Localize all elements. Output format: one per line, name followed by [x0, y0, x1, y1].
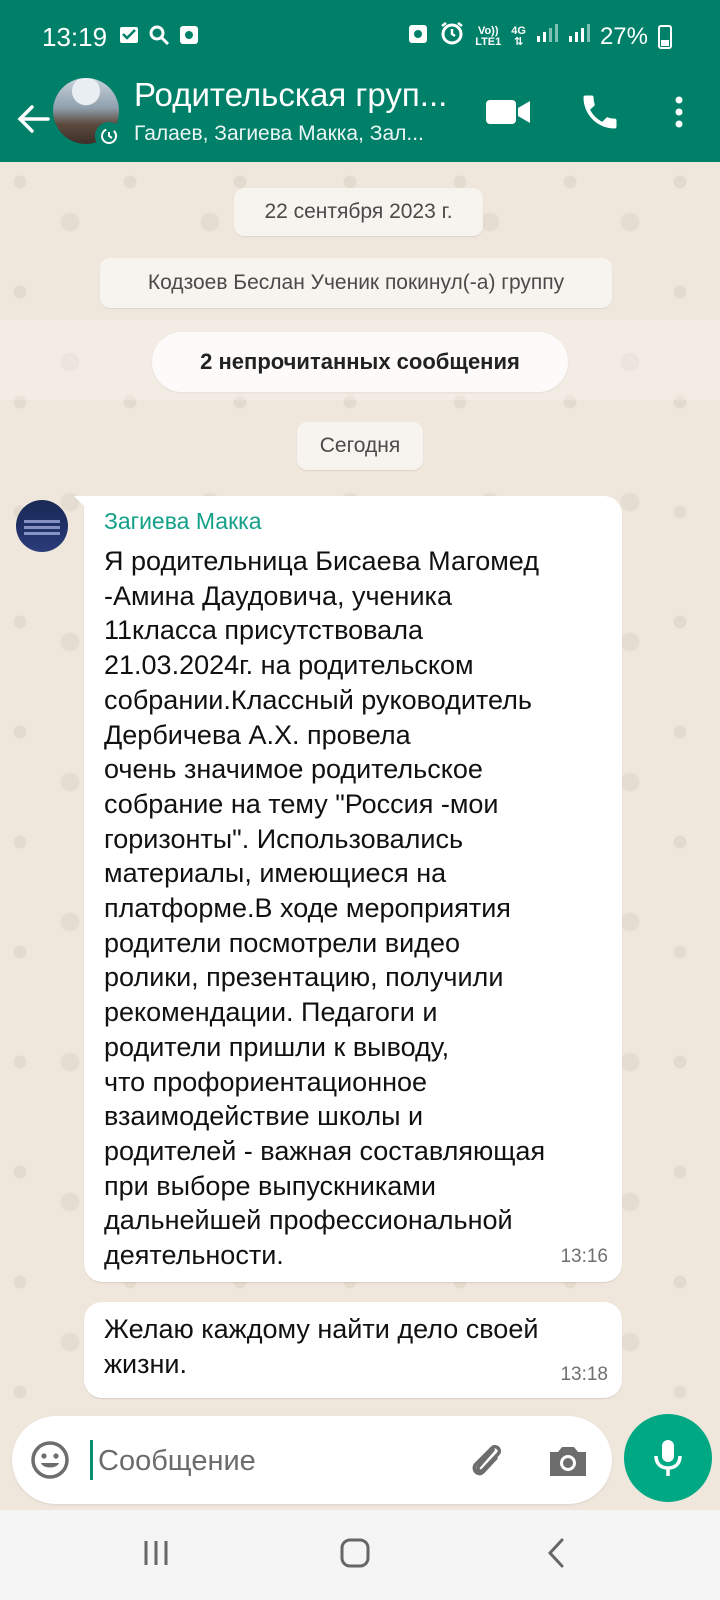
- message-bubble[interactable]: Загиева Макка Я родительница Бисаева Маг…: [74, 496, 622, 1282]
- signal-icon: [536, 22, 558, 51]
- android-icon: [407, 21, 429, 52]
- status-system-icons: Vo)) LTE1 4G ⇅ 27%: [407, 20, 672, 53]
- search-icon: [148, 24, 170, 46]
- sync-badge-icon: [95, 122, 123, 150]
- status-bar: 13:19 Vo)) LTE1 4G ⇅ 27%: [0, 0, 720, 78]
- nav-back-button[interactable]: [544, 1536, 568, 1570]
- battery-icon: [658, 24, 672, 49]
- battery-percent: 27%: [599, 22, 648, 50]
- mic-icon: [654, 1440, 682, 1476]
- message-input[interactable]: [96, 1432, 440, 1490]
- recent-apps-button[interactable]: [140, 1537, 172, 1569]
- back-button[interactable]: [12, 98, 54, 140]
- unread-messages-banner: 2 непрочитанных сообщения: [152, 332, 568, 392]
- date-separator: 22 сентября 2023 г.: [234, 188, 483, 236]
- status-time: 13:19: [42, 22, 108, 52]
- signal-icon: [568, 22, 590, 51]
- alarm-icon: [439, 20, 465, 53]
- message-text: Я родительница Бисаева Магомед -Амина Да…: [104, 546, 546, 1271]
- text-cursor: [90, 1440, 93, 1480]
- back-arrow-icon: [17, 105, 50, 133]
- home-button[interactable]: [338, 1536, 372, 1570]
- emoji-button[interactable]: [26, 1436, 74, 1484]
- home-icon: [340, 1538, 370, 1568]
- attach-icon: [472, 1444, 502, 1476]
- video-call-icon: [486, 100, 530, 124]
- sender-name[interactable]: Загиева Макка: [104, 508, 262, 535]
- back-icon: [547, 1538, 564, 1568]
- message-time: 13:18: [560, 1364, 608, 1385]
- system-nav-bar: [0, 1510, 720, 1600]
- attach-button[interactable]: [464, 1438, 510, 1484]
- chat-members[interactable]: Галаев, Загиева Макка, Зал...: [134, 122, 464, 146]
- message-text: Желаю каждому найти дело своей жизни.: [104, 1314, 539, 1379]
- video-call-button[interactable]: [484, 92, 532, 132]
- system-message: Кодзоев Беслан Ученик покинул(-а) группу: [100, 258, 612, 308]
- message-icon: [118, 24, 140, 46]
- chat-header: Родительская груп... Галаев, Загиева Мак…: [0, 76, 720, 162]
- status-notification-icons: [118, 24, 200, 46]
- message-time: 13:16: [560, 1246, 608, 1267]
- screen-recorder-icon: [178, 24, 200, 46]
- phone-icon: [583, 95, 617, 129]
- chat-title[interactable]: Родительская груп...: [134, 76, 464, 114]
- voice-message-button[interactable]: [624, 1414, 712, 1502]
- more-options-button[interactable]: [664, 92, 694, 132]
- camera-icon: [550, 1447, 586, 1476]
- message-bubble[interactable]: Желаю каждому найти дело своей жизни. 13…: [84, 1302, 622, 1398]
- volte-label: Vo)) LTE1: [475, 24, 502, 48]
- more-vert-icon: [675, 96, 683, 128]
- camera-button[interactable]: [544, 1438, 592, 1484]
- voice-call-button[interactable]: [578, 90, 622, 134]
- sender-avatar[interactable]: [16, 500, 68, 552]
- recent-apps-icon: [144, 1541, 168, 1565]
- network-type: 4G ⇅: [511, 24, 526, 48]
- chat-area[interactable]: 22 сентября 2023 г. Кодзоев Беслан Учени…: [0, 162, 720, 1414]
- emoji-icon: [31, 1441, 69, 1479]
- message-composer: [12, 1416, 612, 1504]
- date-separator-today: Сегодня: [297, 422, 423, 470]
- group-avatar[interactable]: [53, 78, 123, 150]
